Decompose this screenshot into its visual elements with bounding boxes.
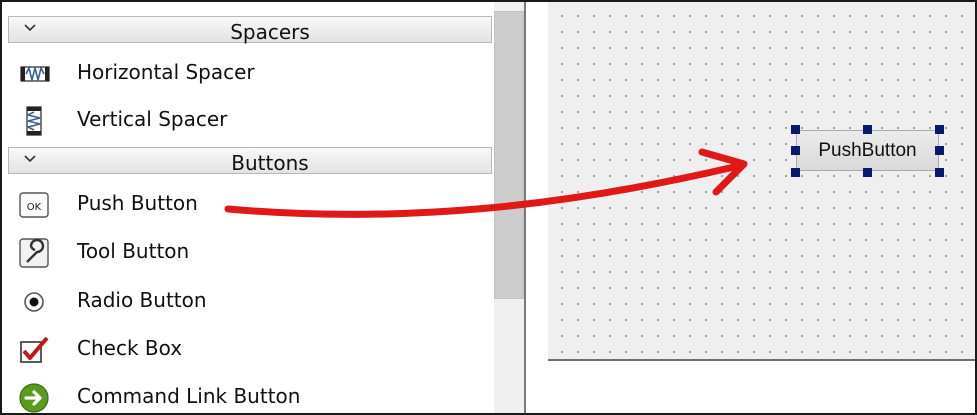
push-button-icon: OK [19, 192, 49, 218]
widget-item-tool-button[interactable]: Tool Button [14, 230, 484, 274]
resize-handle-top-right[interactable] [935, 125, 944, 134]
widget-box: Spacers Horizontal Spacer Vertical Space… [2, 2, 494, 413]
resize-handle-bottom-right[interactable] [935, 168, 944, 177]
scrollbar-thumb[interactable] [494, 11, 524, 299]
resize-handle-bottom-left[interactable] [791, 168, 800, 177]
horizontal-spacer-icon [20, 65, 50, 82]
widget-item-command-link-button[interactable]: Command Link Button [14, 375, 484, 413]
radio-button-icon [24, 292, 44, 312]
widget-item-vertical-spacer[interactable]: Vertical Spacer [14, 98, 484, 142]
placed-push-button[interactable]: PushButton [796, 130, 939, 171]
form-canvas[interactable]: PushButton [548, 2, 975, 361]
widget-item-push-button[interactable]: OK Push Button [14, 182, 484, 226]
command-link-icon [19, 383, 49, 413]
widget-box-scrollbar[interactable] [494, 2, 524, 413]
resize-handle-top-left[interactable] [791, 125, 800, 134]
resize-handle-left[interactable] [791, 146, 800, 155]
widget-item-label: Radio Button [77, 288, 207, 312]
category-label: Spacers [230, 20, 310, 44]
tool-button-icon [19, 238, 49, 268]
widget-item-radio-button[interactable]: Radio Button [14, 279, 484, 323]
category-label: Buttons [231, 151, 309, 175]
widget-item-label: Push Button [77, 191, 198, 215]
resize-handle-right[interactable] [935, 146, 944, 155]
widget-item-check-box[interactable]: Check Box [14, 327, 484, 371]
widget-item-horizontal-spacer[interactable]: Horizontal Spacer [14, 51, 484, 95]
push-button-icon-text: OK [27, 202, 42, 213]
vertical-spacer-icon [25, 106, 42, 136]
designer-screenshot: Spacers Horizontal Spacer Vertical Space… [0, 0, 977, 415]
form-editor-area: PushButton [526, 2, 975, 413]
widget-item-label: Horizontal Spacer [77, 60, 255, 84]
widget-item-label: Check Box [77, 336, 183, 360]
widget-item-label: Tool Button [77, 239, 190, 263]
widget-item-label: Command Link Button [77, 384, 301, 408]
check-box-icon [20, 336, 49, 363]
widget-item-label: Vertical Spacer [77, 107, 228, 131]
resize-handle-top[interactable] [863, 125, 872, 134]
category-header-buttons[interactable]: Buttons [8, 147, 492, 175]
resize-handle-bottom[interactable] [863, 168, 872, 177]
category-header-spacers[interactable]: Spacers [8, 16, 492, 44]
